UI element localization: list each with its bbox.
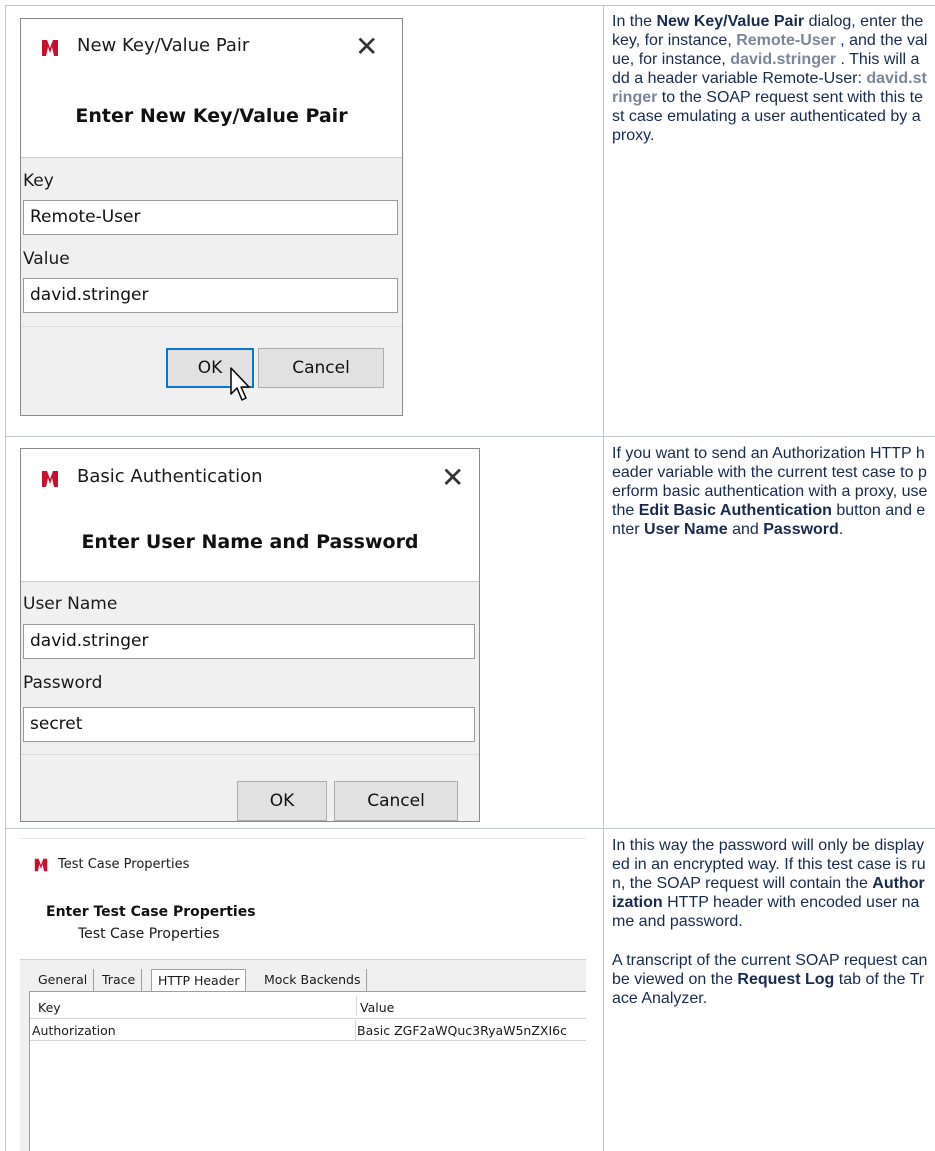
column-divider [356,996,357,1016]
window-top-edge [20,838,586,839]
tab-http-header[interactable]: HTTP Header [151,969,247,991]
separator [21,754,479,755]
column-divider [355,1020,356,1040]
table-row[interactable]: Authorization Basic ZGF2aWQuc3RyaW5nZXI6… [30,1020,586,1041]
code-remote-user: Remote-User [736,32,836,49]
mouse-cursor-icon [230,367,250,401]
app-logo-icon [42,40,58,56]
password-label: Password [23,673,103,693]
password-input[interactable]: secret [23,707,475,742]
row3-paragraph-2: A transcript of the current SOAP request… [612,952,928,1007]
key-label: Key [23,171,54,191]
row2-description: If you want to send an Authorization HTT… [612,445,928,538]
cell-key: Authorization [32,1023,116,1038]
table-border-left [5,5,6,1151]
window-heading: Enter Test Case Properties [46,904,256,920]
user-name-input[interactable]: david.stringer [23,624,475,659]
separator [21,326,402,327]
table-row-divider-2 [5,828,935,829]
dialog-body: Key Remote-User Value david.stringer OK … [21,157,402,415]
value-input[interactable]: david.stringer [23,278,398,313]
close-icon[interactable]: ✕ [441,464,464,492]
table-row-divider-1 [5,436,935,437]
column-header-value[interactable]: Value [360,1000,394,1015]
key-input[interactable]: Remote-User [23,200,398,235]
dialog-body: User Name david.stringer Password secret… [21,581,479,821]
row3-description: In this way the password will only be di… [612,836,928,1008]
window-title: Test Case Properties [58,857,190,872]
column-header-key[interactable]: Key [38,1000,61,1015]
ok-button[interactable]: OK [237,781,327,821]
window-subheading: Test Case Properties [78,926,220,942]
test-case-properties-window: Test Case Properties Enter Test Case Pro… [20,838,586,1151]
table-header-row: Key Value [30,992,586,1019]
basic-authentication-dialog: Basic Authentication ✕ Enter User Name a… [20,448,480,822]
user-name-label: User Name [23,594,118,614]
row1-description: In the New Key/Value Pair dialog, enter … [612,13,928,144]
cancel-button[interactable]: Cancel [258,348,384,388]
value-label: Value [23,249,70,269]
tab-trace[interactable]: Trace [96,969,143,991]
cancel-button[interactable]: Cancel [334,781,458,821]
dialog-title: New Key/Value Pair [77,35,250,56]
close-icon[interactable]: ✕ [355,33,378,61]
cell-value: Basic ZGF2aWQuc3RyaW5nZXI6c2 [357,1023,567,1038]
dialog-heading: Enter New Key/Value Pair [75,105,348,127]
code-david-stringer: david.stringer [730,51,837,68]
new-key-value-pair-dialog: New Key/Value Pair ✕ Enter New Key/Value… [20,18,403,416]
table-column-divider [603,5,604,1151]
app-logo-icon [34,858,48,872]
dialog-title: Basic Authentication [77,466,263,487]
tab-bar: General Trace HTTP Header Mock Backends [32,969,582,991]
tab-mock-backends[interactable]: Mock Backends [258,969,368,991]
http-header-table: Key Value Authorization Basic ZGF2aWQuc3… [29,991,586,1151]
dialog-heading: Enter User Name and Password [81,531,419,553]
app-logo-icon [42,471,58,487]
table-border-top [5,5,935,6]
row3-paragraph-1: In this way the password will only be di… [612,837,926,930]
content-panel: General Trace HTTP Header Mock Backends … [20,959,586,1151]
tab-general[interactable]: General [32,969,95,991]
